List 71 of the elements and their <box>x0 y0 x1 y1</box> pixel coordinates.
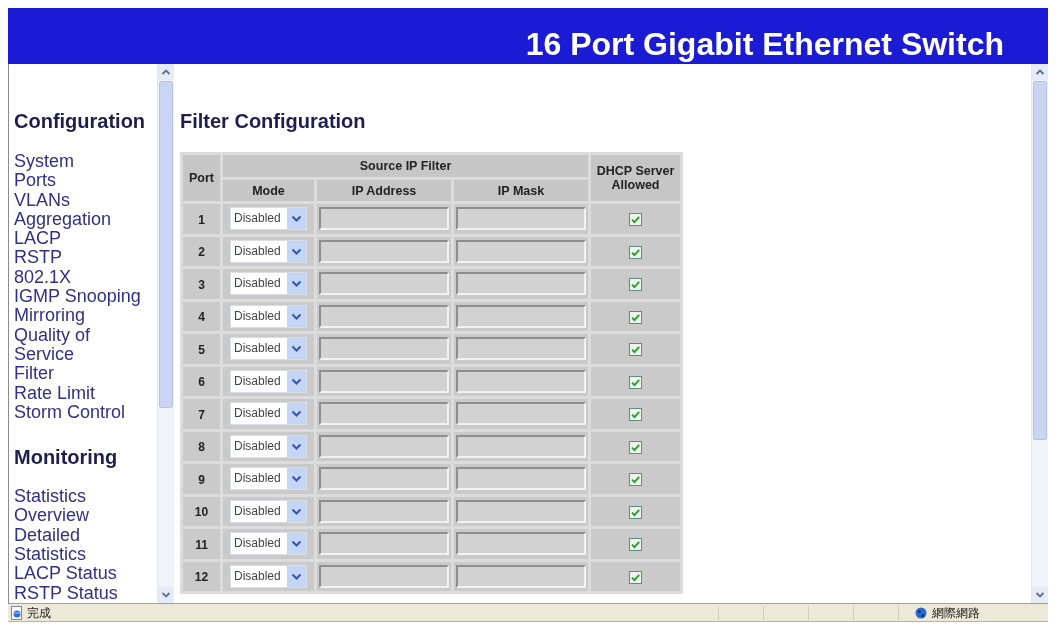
page-heading: Filter Configuration <box>180 110 366 132</box>
column-header: Mode <box>223 180 314 201</box>
checkbox[interactable] <box>629 473 643 486</box>
port-number: 3 <box>198 277 205 292</box>
mode-dropdown[interactable]: Disabled <box>230 499 307 523</box>
mode-dropdown[interactable]: Disabled <box>230 434 307 458</box>
column-header: Port <box>183 155 220 201</box>
nav-link[interactable]: VLANs <box>14 190 71 210</box>
port-number: 5 <box>198 342 205 357</box>
scrollbar[interactable] <box>157 64 174 603</box>
mode-dropdown[interactable]: Disabled <box>230 467 307 491</box>
checkbox[interactable] <box>629 343 643 356</box>
port-number: 1 <box>198 212 205 227</box>
page-icon <box>10 605 24 620</box>
nav-link[interactable]: IGMP Snooping <box>14 287 141 307</box>
port-number: 2 <box>198 245 205 260</box>
port-number: 10 <box>194 505 209 520</box>
mode-dropdown[interactable]: Disabled <box>230 337 307 361</box>
page-title: 16 Port Gigabit Ethernet Switch <box>525 26 1004 62</box>
checkbox[interactable] <box>629 505 643 519</box>
column-header: IP Address <box>317 180 451 201</box>
nav-link[interactable]: 802.1X <box>14 267 72 288</box>
mode-dropdown[interactable]: Disabled <box>230 272 307 296</box>
port-number: 7 <box>198 407 205 422</box>
mode-dropdown[interactable]: Disabled <box>230 402 307 426</box>
scrollbar[interactable] <box>1031 64 1048 603</box>
nav-link[interactable]: RSTP <box>14 248 62 268</box>
port-number: 12 <box>194 570 209 585</box>
column-group-header: Source IP Filter <box>223 155 589 177</box>
column-header: IP Mask <box>454 180 589 201</box>
mode-dropdown[interactable]: Disabled <box>230 304 307 328</box>
nav-link[interactable]: Rate Limit <box>14 383 96 403</box>
checkbox[interactable] <box>629 538 643 551</box>
mode-dropdown[interactable]: Disabled <box>230 532 307 556</box>
zone-text: 網際網路 <box>932 605 980 620</box>
nav-link[interactable]: LACP <box>14 229 62 249</box>
nav-link[interactable]: System <box>14 152 74 172</box>
nav-link[interactable]: LACP Status <box>14 564 117 584</box>
column-header: DHCP Server Allowed <box>591 155 681 201</box>
port-number: 11 <box>195 537 208 552</box>
checkbox[interactable] <box>629 310 643 324</box>
checkbox[interactable] <box>629 245 643 259</box>
section-heading: Monitoring <box>14 446 118 469</box>
nav-link[interactable]: Aggregation <box>14 209 112 230</box>
globe-icon <box>915 606 927 619</box>
mode-dropdown[interactable]: Disabled <box>230 207 307 231</box>
section-heading: Configuration <box>14 110 146 132</box>
checkbox[interactable] <box>629 213 643 226</box>
nav-link[interactable]: Statistics Overview <box>14 487 146 526</box>
port-number: 4 <box>198 310 205 325</box>
checkbox[interactable] <box>629 278 643 291</box>
scrollbar-thumb[interactable] <box>1033 81 1047 440</box>
status-text: 完成 <box>27 605 51 620</box>
nav-link[interactable]: Quality of Service <box>14 325 146 365</box>
port-number: 6 <box>198 375 205 390</box>
port-number: 8 <box>198 440 205 455</box>
nav-link[interactable]: Filter <box>14 364 54 384</box>
checkbox[interactable] <box>629 408 643 421</box>
nav-link[interactable]: RSTP Status <box>14 583 118 603</box>
mode-dropdown[interactable]: Disabled <box>230 239 307 263</box>
port-number: 9 <box>198 472 205 487</box>
nav-link[interactable]: Ports <box>14 171 56 191</box>
mode-dropdown[interactable]: Disabled <box>230 564 307 588</box>
scrollbar-thumb[interactable] <box>159 81 173 408</box>
checkbox[interactable] <box>629 570 643 584</box>
nav-link[interactable]: Detailed Statistics <box>14 525 146 565</box>
checkbox[interactable] <box>629 375 643 389</box>
checkbox[interactable] <box>629 440 643 454</box>
nav-link[interactable]: Storm Control <box>14 402 126 423</box>
nav-link[interactable]: Mirroring <box>14 306 85 326</box>
mode-dropdown[interactable]: Disabled <box>230 369 307 393</box>
